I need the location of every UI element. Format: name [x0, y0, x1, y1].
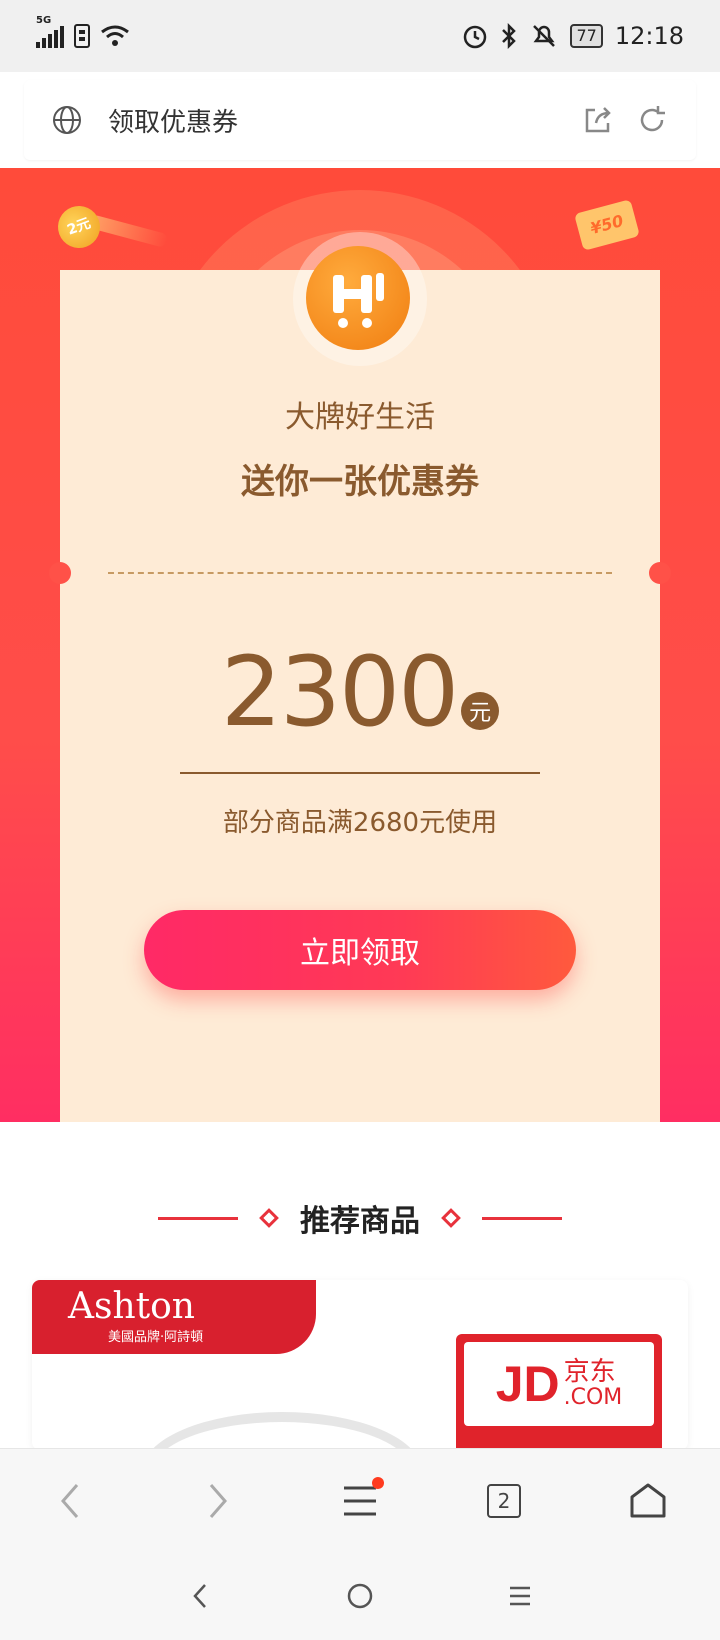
globe-icon: [53, 106, 81, 134]
coupon-notch-right: [649, 562, 671, 584]
system-recents-button[interactable]: [480, 1556, 560, 1636]
claim-coupon-button[interactable]: 立即领取: [144, 910, 576, 990]
signal-icon: 5G: [36, 15, 64, 48]
jd-logo-right: 京东 .COM: [564, 1358, 623, 1410]
coupon-card: 大牌好生活 送你一张优惠券 2300 元 部分商品满2680元使用 立即领取: [49, 232, 671, 1122]
product-image: [142, 1412, 422, 1450]
mute-icon: [533, 25, 556, 47]
notification-dot: [372, 1476, 384, 1489]
share-icon[interactable]: [582, 104, 614, 136]
shop-logo: [306, 246, 410, 350]
menu-button[interactable]: [320, 1461, 400, 1541]
jd-cn: 京东: [563, 1357, 616, 1387]
jd-com: .COM: [563, 1385, 623, 1410]
cart-logo-icon: [333, 273, 384, 328]
clock: 12:18: [614, 22, 684, 50]
home-button[interactable]: [608, 1461, 688, 1541]
recommend-title: 推荐商品: [300, 1204, 420, 1239]
tabs-button[interactable]: 2: [464, 1461, 544, 1541]
coin-icon: 2元: [52, 200, 106, 254]
brand-slogan: 大牌好生活: [285, 400, 435, 435]
alarm-icon: [464, 25, 487, 49]
coupon-notch-left: [49, 562, 71, 584]
tabs-icon: 2: [487, 1483, 521, 1518]
system-navigation: [0, 1552, 720, 1640]
amount-underline: [180, 772, 540, 774]
refresh-icon[interactable]: [636, 104, 668, 136]
browser-toolbar: 2: [0, 1448, 720, 1552]
sim-icon: [74, 24, 90, 48]
system-home-button[interactable]: [320, 1556, 400, 1636]
amount-unit: 元: [461, 692, 500, 730]
network-type: 5G: [36, 15, 52, 26]
status-left: 5G: [36, 15, 130, 48]
back-button[interactable]: [32, 1461, 112, 1541]
dashed-divider: [108, 572, 612, 574]
product-card[interactable]: Ashton 美國品牌·阿詩頓 JD 京东 .COM: [32, 1280, 688, 1450]
brand-name: Ashton: [68, 1286, 195, 1327]
forward-button[interactable]: [176, 1461, 256, 1541]
usage-condition: 部分商品满2680元使用: [222, 808, 498, 838]
brand-banner: Ashton 美國品牌·阿詩頓: [32, 1280, 316, 1354]
back-icon: [193, 1584, 206, 1608]
battery-icon: 77: [570, 24, 603, 48]
recommend-section-title: 推荐商品: [0, 1196, 720, 1240]
home-circle-icon: [347, 1583, 373, 1609]
back-icon: [61, 1483, 79, 1518]
menu-icon: [344, 1486, 376, 1515]
bluetooth-icon: [502, 23, 517, 49]
diamond-icon: [441, 1208, 461, 1228]
wifi-icon: [101, 25, 129, 46]
brand-subtitle: 美國品牌·阿詩頓: [108, 1330, 204, 1345]
jd-logo-text: JD: [495, 1356, 560, 1412]
jd-badge: JD 京东 .COM: [456, 1334, 662, 1450]
home-icon: [630, 1483, 666, 1517]
diamond-icon: [259, 1208, 279, 1228]
status-bar: 5G 77 12:18: [0, 0, 720, 72]
amount-value: 2300: [220, 636, 459, 748]
system-back-button[interactable]: [160, 1556, 240, 1636]
title-line-left: [158, 1216, 238, 1220]
title-line-right: [482, 1216, 562, 1220]
coupon-amount: 2300 元: [60, 642, 660, 742]
status-right: 77 12:18: [462, 22, 684, 50]
recents-icon: [510, 1586, 530, 1606]
forward-icon: [209, 1483, 227, 1518]
page-title[interactable]: 领取优惠券: [108, 102, 582, 139]
money-icon: ¥50: [574, 199, 640, 251]
address-actions: [582, 104, 668, 136]
jd-logo: JD 京东 .COM: [464, 1342, 654, 1426]
coupon-hero: 2元 ¥50 大牌好生活 送你一张优惠券 2300 元 部分商品满2680元使用…: [0, 168, 720, 1122]
coupon-headline: 送你一张优惠券: [241, 462, 479, 502]
address-bar[interactable]: 领取优惠券: [24, 80, 696, 160]
